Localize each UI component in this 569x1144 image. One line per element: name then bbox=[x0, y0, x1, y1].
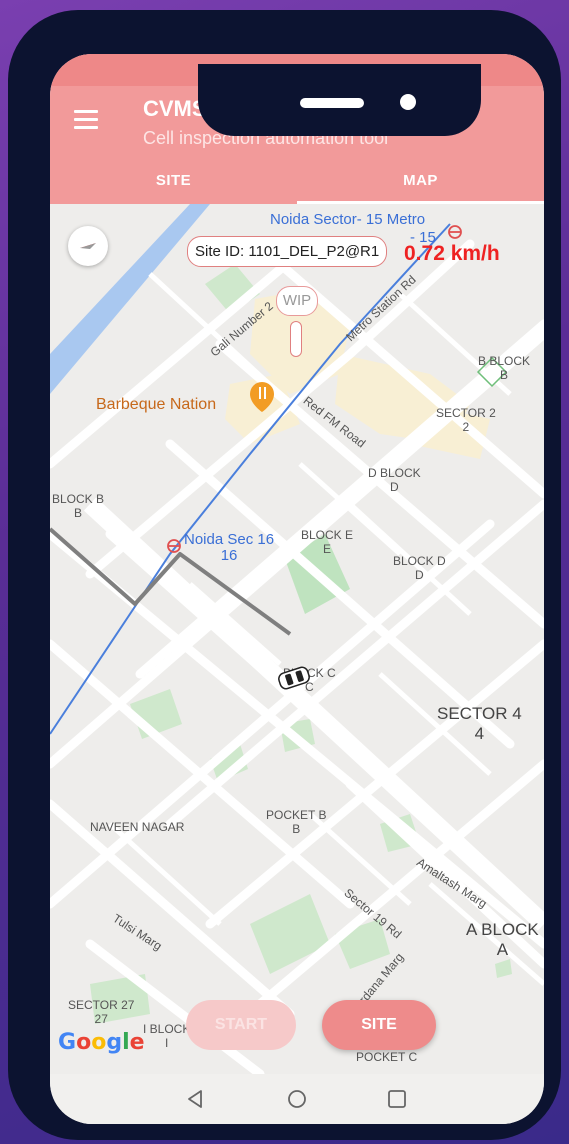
phone-frame: CVMS Cell inspection automation tool SIT… bbox=[8, 10, 561, 1140]
map-label-noida-sec16: Noida Sec 16 16 bbox=[184, 531, 275, 564]
compass-icon[interactable] bbox=[68, 226, 108, 266]
map-label-d-block: D BLOCK D bbox=[368, 466, 421, 494]
map-label-barbeque-nation: Barbeque Nation bbox=[96, 396, 217, 413]
site-button[interactable]: SITE bbox=[322, 1000, 436, 1050]
phone-volume-up bbox=[10, 242, 18, 322]
site-id-badge: Site ID: 1101_DEL_P2@R1 bbox=[187, 236, 388, 267]
menu-icon[interactable] bbox=[74, 110, 98, 130]
map-label-pocket-b: POCKET B B bbox=[266, 808, 327, 836]
start-button[interactable]: START bbox=[186, 1000, 296, 1050]
speaker-icon bbox=[300, 98, 364, 108]
back-icon[interactable] bbox=[184, 1088, 206, 1110]
phone-side-button bbox=[10, 158, 18, 202]
map-label-block-b: BLOCK B B bbox=[52, 492, 105, 520]
map-label-noida-sector15: Noida Sector- 15 Metro bbox=[270, 211, 426, 228]
map-label-sector4: SECTOR 4 4 bbox=[437, 704, 522, 743]
map-label-b-block: B BLOCK B bbox=[478, 354, 531, 382]
camera-icon bbox=[400, 94, 416, 110]
google-logo: Google bbox=[58, 1030, 145, 1055]
recents-icon[interactable] bbox=[386, 1088, 408, 1110]
speed-readout: 0.72 km/h bbox=[404, 242, 500, 265]
map-label-block-d: BLOCK D D bbox=[393, 554, 446, 582]
tab-indicator bbox=[297, 201, 544, 204]
tab-site[interactable]: SITE bbox=[50, 158, 297, 204]
home-icon[interactable] bbox=[286, 1088, 308, 1110]
phone-notch bbox=[198, 64, 481, 136]
map-label-a-block: A BLOCK A bbox=[466, 920, 539, 959]
wip-label: WIP bbox=[276, 286, 318, 316]
map-view[interactable]: Noida Sector- 15 Metro - 15 Metro Statio… bbox=[50, 204, 544, 1074]
map-label-sector2: SECTOR 2 2 bbox=[436, 406, 496, 434]
map-label-block-e: BLOCK E E bbox=[301, 528, 354, 556]
wip-marker[interactable]: WIP bbox=[276, 286, 318, 358]
phone-screen: CVMS Cell inspection automation tool SIT… bbox=[50, 54, 544, 1124]
map-label-i-block: I BLOCK I bbox=[143, 1022, 191, 1050]
map-label-sector27: SECTOR 27 27 bbox=[68, 998, 135, 1026]
map-label-pocket-c: POCKET C bbox=[356, 1050, 418, 1064]
phone-volume-down bbox=[10, 344, 18, 424]
tab-bar: SITE MAP bbox=[50, 158, 544, 204]
tab-map[interactable]: MAP bbox=[297, 158, 544, 204]
map-label-naveen-nagar: NAVEEN NAGAR bbox=[90, 820, 185, 834]
wip-pin-icon bbox=[290, 321, 302, 357]
system-nav-bar bbox=[50, 1074, 544, 1124]
